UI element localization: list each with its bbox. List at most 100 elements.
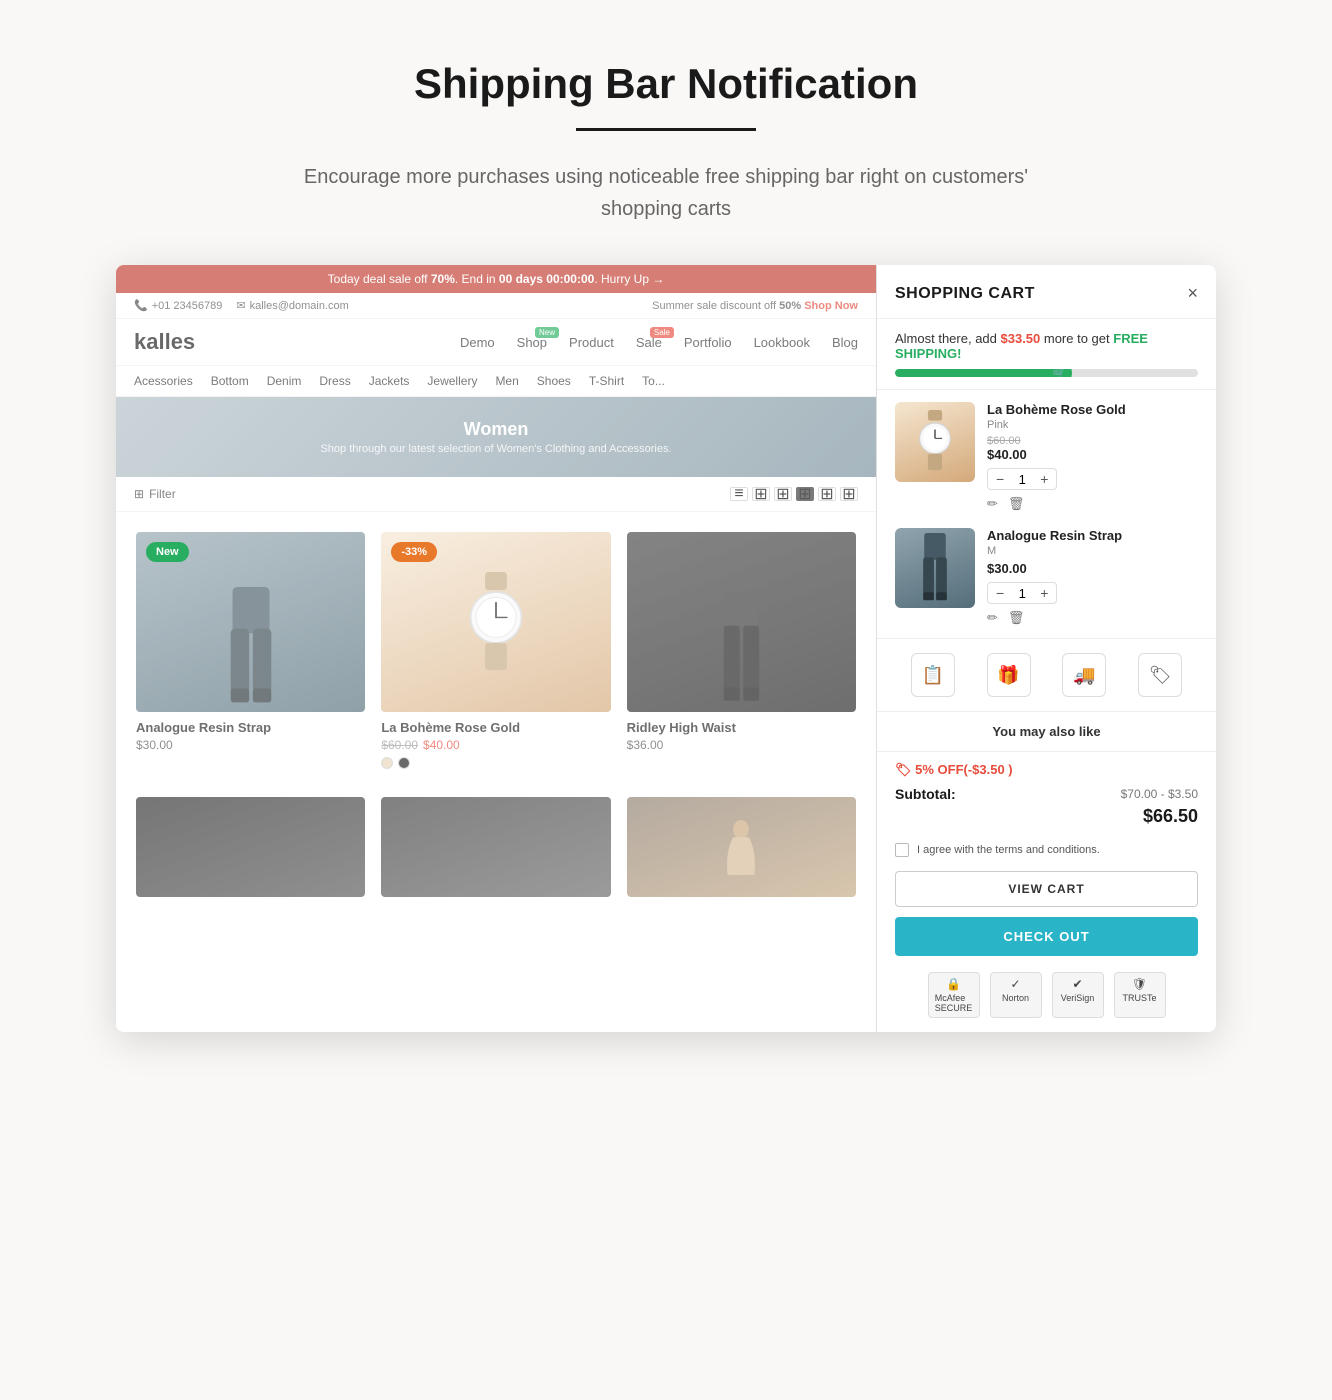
watch-figure <box>456 572 536 672</box>
store-logo: kalles <box>134 329 195 355</box>
sale-badge: Sale <box>650 327 674 338</box>
item-actions: ✏ 🗑 <box>987 496 1198 512</box>
page-header: Shipping Bar Notification Encourage more… <box>266 0 1066 265</box>
norton-label: Norton <box>1002 993 1029 1003</box>
cat-bottom[interactable]: Bottom <box>211 374 249 388</box>
edit-item-button[interactable]: ✏ <box>987 610 998 626</box>
progress-bar: 🛒 <box>895 369 1198 377</box>
item-name: La Bohème Rose Gold <box>987 402 1198 417</box>
truck-icon-button[interactable]: 🚚 <box>1062 653 1106 697</box>
cart-item-details: La Bohème Rose Gold Pink $60.00 $40.00 −… <box>987 402 1198 512</box>
product-badge-discount: -33% <box>391 542 437 562</box>
product-image-sm <box>627 797 856 897</box>
shop-badge: New <box>535 327 559 338</box>
checkout-button[interactable]: CHECK OUT <box>895 917 1198 956</box>
qty-value: 1 <box>1012 472 1032 487</box>
truste-icon: 🛡 <box>1132 977 1147 991</box>
subtotal-section: Subtotal: $70.00 - $3.50 $66.50 <box>877 782 1216 839</box>
shop-now-link[interactable]: Shop Now <box>804 300 858 312</box>
product-badge-new: New <box>146 542 189 562</box>
nav-lookbook[interactable]: Lookbook <box>754 335 810 350</box>
discount-row: 🏷 5% OFF(-$3.50 ) <box>877 752 1216 782</box>
demo-container: Today deal sale off 70%. End in 00 days … <box>116 265 1216 1032</box>
product-image[interactable]: New <box>136 532 365 712</box>
cart-item-image <box>895 402 975 482</box>
subtotal-row: Subtotal: $70.00 - $3.50 <box>895 786 1198 802</box>
product-card: -33% La Bohème Rose Gold $60.00$40.00 <box>373 524 618 777</box>
item-old-price: $60.00 <box>987 435 1198 447</box>
cat-jewellery[interactable]: Jewellery <box>427 374 477 388</box>
view-grid-5[interactable]: ⊞ <box>818 487 836 501</box>
product-card: New Analogue Resin Strap $30.00 <box>128 524 373 777</box>
category-nav: Acessories Bottom Denim Dress Jackets Je… <box>116 366 876 397</box>
qty-decrease[interactable]: − <box>996 471 1004 487</box>
progress-fill: 🛒 <box>895 369 1062 377</box>
cat-men[interactable]: Men <box>495 374 518 388</box>
view-cart-button[interactable]: VIEW CART <box>895 871 1198 907</box>
pants-figure <box>714 592 769 707</box>
delete-item-button[interactable]: 🗑 <box>1008 496 1025 512</box>
dress-figure <box>721 820 761 875</box>
clipboard-icon-button[interactable]: 📋 <box>911 653 955 697</box>
trust-badges: 🔒 McAfeeSECURE ✓ Norton ✔ VeriSign 🛡 TRU… <box>877 964 1216 1032</box>
qty-increase[interactable]: + <box>1040 585 1048 601</box>
cart-watch-icon <box>910 410 960 475</box>
qty-decrease[interactable]: − <box>996 585 1004 601</box>
product-image[interactable]: -33% <box>381 532 610 712</box>
qty-controls: − 1 + <box>987 582 1057 604</box>
trust-badge-mcafee: 🔒 McAfeeSECURE <box>928 972 980 1018</box>
item-variant: M <box>987 545 1198 557</box>
gift-icon-button[interactable]: 🎁 <box>987 653 1031 697</box>
swatch-black <box>398 757 410 769</box>
tag-icon-button[interactable]: 🏷 <box>1138 653 1182 697</box>
hero-banner: Women Shop through our latest selection … <box>116 397 876 477</box>
mcafee-label: McAfeeSECURE <box>935 993 973 1013</box>
view-list[interactable]: ≡ <box>730 487 748 501</box>
product-card-sm <box>128 789 373 905</box>
cat-jackets[interactable]: Jackets <box>369 374 410 388</box>
qty-controls: − 1 + <box>987 468 1057 490</box>
shipping-bar-section: Almost there, add $33.50 more to get FRE… <box>877 319 1216 390</box>
nav-portfolio[interactable]: Portfolio <box>684 335 732 350</box>
cat-dress[interactable]: Dress <box>319 374 350 388</box>
cat-denim[interactable]: Denim <box>267 374 302 388</box>
page-title: Shipping Bar Notification <box>286 60 1046 108</box>
progress-icon: 🛒 <box>1048 369 1072 377</box>
nav-blog[interactable]: Blog <box>832 335 858 350</box>
delete-item-button[interactable]: 🗑 <box>1008 610 1025 626</box>
also-like-section: You may also like <box>877 712 1216 752</box>
nav-sale[interactable]: Sale Sale <box>636 335 662 350</box>
cat-tshirt[interactable]: T-Shirt <box>589 374 624 388</box>
cart-item-image <box>895 528 975 608</box>
item-price: $40.00 <box>987 447 1198 462</box>
edit-item-button[interactable]: ✏ <box>987 496 998 512</box>
view-grid-6[interactable]: ⊞ <box>840 487 858 501</box>
item-price: $30.00 <box>987 561 1198 576</box>
nav-shop[interactable]: Shop New <box>517 335 547 350</box>
title-underline <box>576 128 756 131</box>
filter-icon: ⊞ <box>134 487 144 501</box>
nav-product[interactable]: Product <box>569 335 614 350</box>
cat-accessories[interactable]: Acessories <box>134 374 193 388</box>
item-name: Analogue Resin Strap <box>987 528 1198 543</box>
product-image[interactable] <box>627 532 856 712</box>
view-grid-3[interactable]: ⊞ <box>774 487 792 501</box>
swatch-beige <box>381 757 393 769</box>
view-grid-4[interactable]: ⊞ <box>796 487 814 501</box>
cat-more[interactable]: To... <box>642 374 665 388</box>
product-card-sm <box>373 789 618 905</box>
view-grid-2[interactable]: ⊞ <box>752 487 770 501</box>
product-grid: New Analogue Resin Strap $30.00 <box>116 512 876 789</box>
nav-demo[interactable]: Demo <box>460 335 495 350</box>
filter-button[interactable]: ⊞ Filter <box>134 487 176 501</box>
qty-increase[interactable]: + <box>1040 471 1048 487</box>
deal-bar-text: Today deal sale off 70%. End in 00 days … <box>328 272 665 286</box>
cart-items: La Bohème Rose Gold Pink $60.00 $40.00 −… <box>877 390 1216 639</box>
product-price: $30.00 <box>136 738 365 752</box>
close-button[interactable]: × <box>1187 283 1198 304</box>
cat-shoes[interactable]: Shoes <box>537 374 571 388</box>
trust-badge-truste: 🛡 TRUSTe <box>1114 972 1166 1018</box>
second-product-row <box>116 789 876 917</box>
terms-checkbox[interactable] <box>895 843 909 857</box>
verisign-label: VeriSign <box>1061 993 1095 1003</box>
